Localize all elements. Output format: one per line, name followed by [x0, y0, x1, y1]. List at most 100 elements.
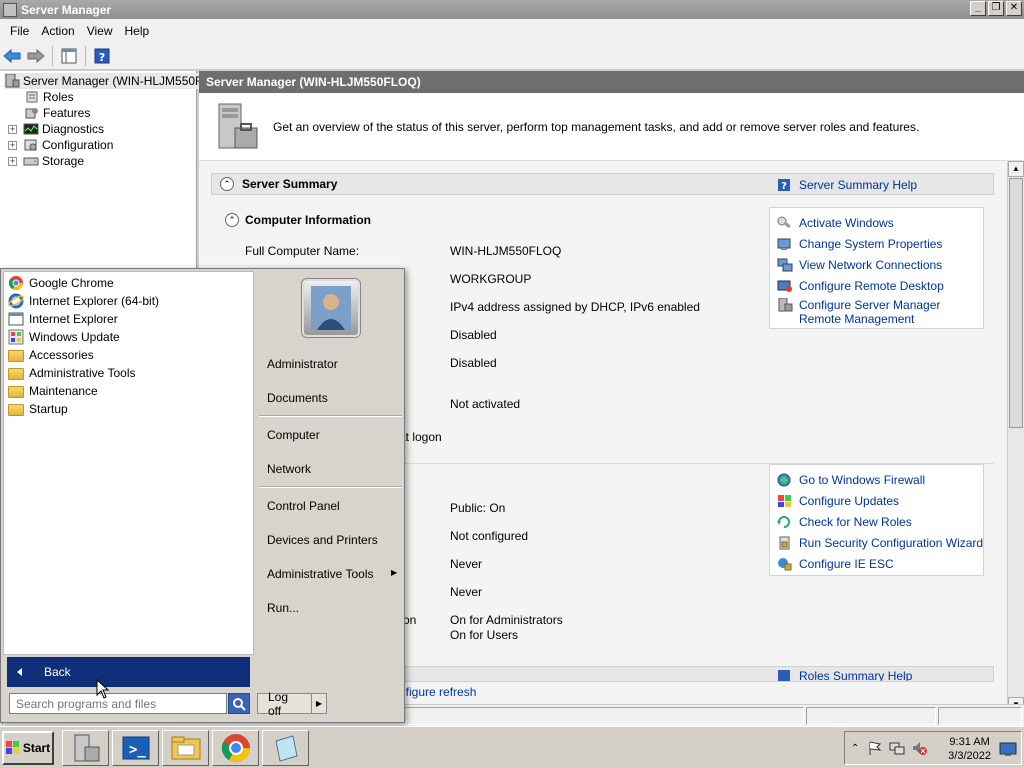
svg-text:>_: >_: [129, 742, 146, 758]
close-button[interactable]: ✕: [1006, 1, 1022, 16]
show-desktop-icon[interactable]: [999, 741, 1017, 757]
overview-banner: Get an overview of the status of this se…: [199, 93, 1024, 161]
run-item[interactable]: Run...: [267, 601, 299, 615]
menu-action[interactable]: Action: [35, 24, 80, 38]
collapse-computer-info-icon[interactable]: ⌃: [225, 213, 239, 227]
back-button[interactable]: Back: [7, 657, 250, 687]
program-windows-update[interactable]: Windows Update: [8, 328, 120, 346]
start-menu-places: Administrator Documents Computer Network…: [255, 271, 404, 689]
configure-remote-management-link[interactable]: Configure Server Manager Remote Manageme…: [777, 298, 977, 326]
user-administrator[interactable]: Administrator: [267, 357, 338, 371]
start-button[interactable]: Start: [2, 731, 54, 765]
tree-item-storage[interactable]: + Storage: [8, 153, 84, 169]
activate-windows-link[interactable]: Activate Windows: [777, 216, 894, 230]
clock-date: 3/3/2022: [948, 750, 991, 762]
configure-remote-desktop-link[interactable]: Configure Remote Desktop: [777, 279, 944, 293]
devices-printers-item[interactable]: Devices and Printers: [267, 533, 378, 547]
back-arrow-icon[interactable]: [2, 46, 22, 66]
last-checked-value: Never: [450, 557, 483, 571]
taskbar-notepad[interactable]: [262, 730, 309, 766]
network-icon[interactable]: [889, 740, 905, 756]
folder-icon: [8, 404, 24, 416]
roles-summary-help-link[interactable]: Roles Summary Help: [777, 669, 912, 681]
server-manager-icon: [74, 734, 99, 762]
program-administrative-tools[interactable]: Administrative Tools: [8, 364, 136, 382]
taskbar: Start >_ ⌃ 9:31 AM 3/3/2022: [0, 726, 1024, 768]
volume-muted-icon[interactable]: [911, 740, 928, 756]
scroll-up-icon[interactable]: ▲: [1008, 161, 1024, 177]
title-bar: Server Manager _ ❐ ✕: [0, 0, 1024, 19]
menu-file[interactable]: File: [4, 24, 35, 38]
collapse-server-summary-icon[interactable]: ⌃: [220, 177, 234, 191]
view-network-connections-link[interactable]: View Network Connections: [777, 258, 942, 272]
program-maintenance[interactable]: Maintenance: [8, 382, 98, 400]
tree-item-diagnostics[interactable]: + Diagnostics: [8, 121, 104, 137]
taskbar-chrome[interactable]: [212, 730, 259, 766]
all-programs-list: Google Chrome Internet Explorer (64-bit)…: [3, 271, 254, 655]
svg-text:?: ?: [99, 51, 105, 64]
chrome-icon: [8, 276, 23, 290]
system-tray: ⌃ 9:31 AM 3/3/2022: [844, 731, 1022, 765]
ie-esc-admins-value: On for Administrators: [450, 613, 563, 627]
change-system-properties-link[interactable]: Change System Properties: [777, 237, 942, 251]
logoff-button[interactable]: Log off ▶: [257, 690, 327, 718]
computer-item[interactable]: Computer: [267, 428, 320, 442]
taskbar-powershell[interactable]: >_: [112, 730, 159, 766]
program-google-chrome[interactable]: Google Chrome: [8, 274, 114, 292]
configure-refresh-link[interactable]: nfigure refresh: [399, 685, 476, 699]
program-accessories[interactable]: Accessories: [8, 346, 94, 364]
folder-explorer-icon: [171, 736, 200, 760]
server-summary-help-link[interactable]: ? Server Summary Help: [777, 178, 917, 192]
admin-tools-item[interactable]: Administrative Tools: [267, 567, 374, 581]
server-icon: [4, 73, 20, 88]
tree-item-features[interactable]: Features: [24, 105, 90, 121]
vertical-scrollbar[interactable]: ▲ ▼: [1007, 161, 1024, 713]
documents-item[interactable]: Documents: [267, 391, 328, 405]
activation-value: Not activated: [450, 397, 521, 411]
windows-logo-icon: [5, 741, 19, 754]
remote-desktop-value: Disabled: [450, 328, 497, 342]
menu-help[interactable]: Help: [119, 24, 156, 38]
configure-updates-link[interactable]: Configure Updates: [777, 494, 899, 508]
workgroup-value: WORKGROUP: [450, 272, 532, 286]
storage-icon: [23, 154, 39, 168]
restore-button[interactable]: ❐: [988, 1, 1004, 16]
taskbar-server-manager[interactable]: [62, 730, 109, 766]
configure-ie-esc-link[interactable]: Configure IE ESC: [777, 557, 894, 571]
configuration-icon: [23, 138, 39, 152]
user-avatar: [302, 279, 360, 337]
tree-root-server-manager[interactable]: Server Manager (WIN-HLJM550FLC: [4, 73, 218, 89]
scroll-thumb[interactable]: [1009, 178, 1023, 428]
minimize-button[interactable]: _: [970, 1, 986, 16]
tree-item-configuration[interactable]: + Configuration: [8, 137, 113, 153]
check-new-roles-link[interactable]: Check for New Roles: [777, 515, 912, 529]
run-security-wizard-link[interactable]: Run Security Configuration Wizard: [777, 536, 983, 550]
go-to-firewall-link[interactable]: Go to Windows Firewall: [777, 473, 925, 487]
expand-icon[interactable]: +: [8, 140, 17, 150]
program-ie-64[interactable]: Internet Explorer (64-bit): [8, 292, 159, 310]
action-center-flag-icon[interactable]: [867, 740, 883, 756]
tree-root-label: Server Manager (WIN-HLJM550FLC: [23, 74, 218, 88]
show-hidden-icons-icon[interactable]: ⌃: [851, 743, 859, 754]
shutdown-options-icon[interactable]: ▶: [312, 699, 326, 708]
taskbar-explorer[interactable]: [162, 730, 209, 766]
ie-esc-users-value: On for Users: [450, 628, 519, 642]
search-programs-input[interactable]: [9, 693, 227, 714]
roles-icon: [24, 90, 40, 104]
tree-item-roles[interactable]: Roles: [24, 89, 74, 105]
expand-icon[interactable]: +: [8, 124, 17, 134]
show-hide-console-tree-icon[interactable]: [59, 46, 79, 66]
submenu-arrow-icon: ▶: [391, 568, 398, 577]
forward-arrow-icon[interactable]: [26, 46, 46, 66]
search-icon[interactable]: [228, 693, 250, 714]
clock[interactable]: 9:31 AM 3/3/2022: [948, 735, 991, 763]
control-panel-item[interactable]: Control Panel: [267, 499, 340, 513]
server-summary-section: ⌃ Server Summary ? Server Summary Help: [211, 173, 994, 195]
help-icon[interactable]: ?: [92, 46, 112, 66]
menu-view[interactable]: View: [81, 24, 119, 38]
expand-icon[interactable]: +: [8, 156, 17, 166]
program-startup[interactable]: Startup: [8, 400, 68, 418]
window-title: Server Manager: [21, 2, 112, 17]
program-ie[interactable]: Internet Explorer: [8, 310, 118, 328]
network-item[interactable]: Network: [267, 462, 311, 476]
